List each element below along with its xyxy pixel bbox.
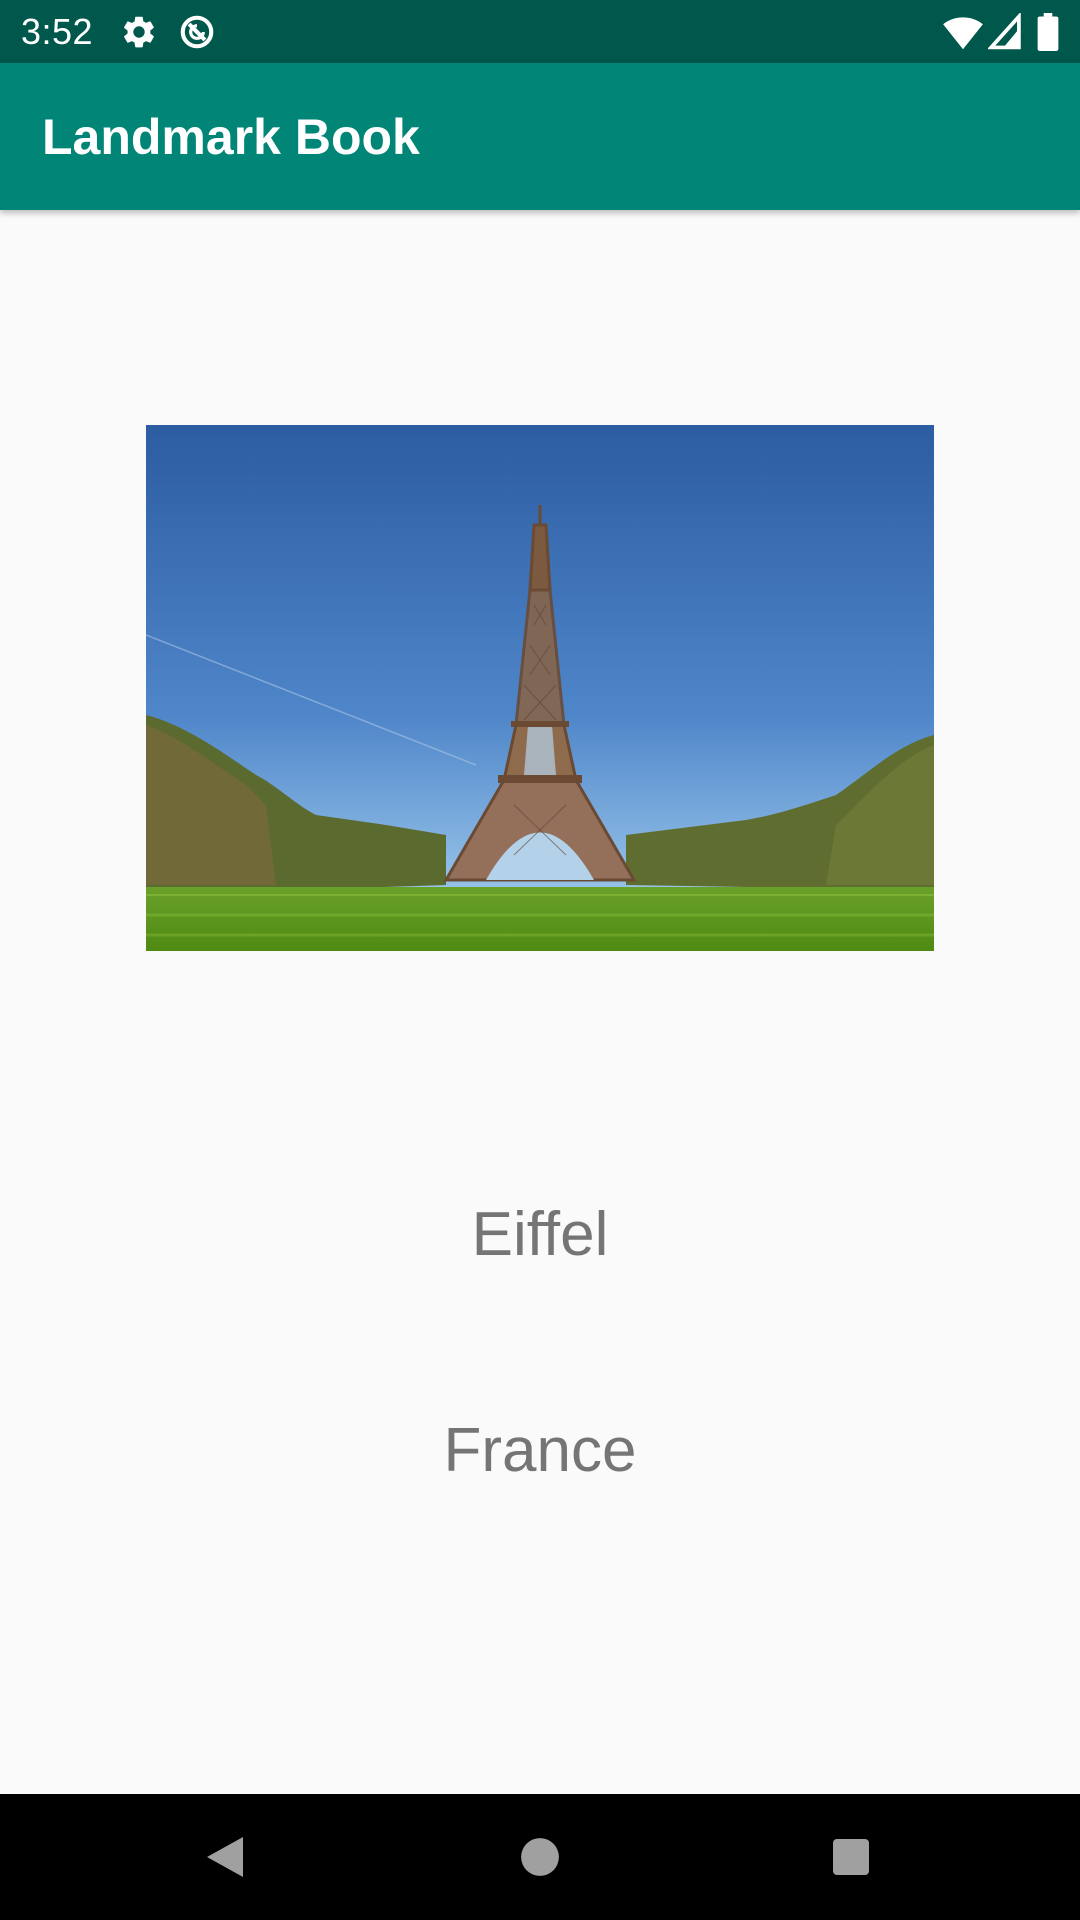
landmark-detail: Eiffel France bbox=[0, 210, 1080, 1794]
sync-icon bbox=[178, 13, 216, 51]
home-icon bbox=[521, 1838, 559, 1876]
recents-button[interactable] bbox=[771, 1794, 931, 1920]
back-icon bbox=[207, 1837, 243, 1877]
app-title: Landmark Book bbox=[42, 109, 420, 165]
landmark-name: Eiffel bbox=[471, 1200, 609, 1269]
landmark-image bbox=[146, 425, 934, 951]
cell-signal-icon bbox=[986, 11, 1026, 51]
landmark-country: France bbox=[443, 1416, 637, 1485]
back-button[interactable] bbox=[145, 1794, 305, 1920]
home-button[interactable] bbox=[460, 1794, 620, 1920]
gear-icon bbox=[120, 13, 158, 51]
wifi-icon bbox=[942, 13, 984, 51]
status-time: 3:52 bbox=[21, 11, 94, 52]
app-bar: Landmark Book bbox=[0, 63, 1080, 210]
navigation-bar bbox=[0, 1794, 1080, 1920]
status-bar: 3:52 bbox=[0, 0, 1080, 63]
recents-icon bbox=[833, 1839, 869, 1875]
battery-icon bbox=[1036, 13, 1060, 52]
